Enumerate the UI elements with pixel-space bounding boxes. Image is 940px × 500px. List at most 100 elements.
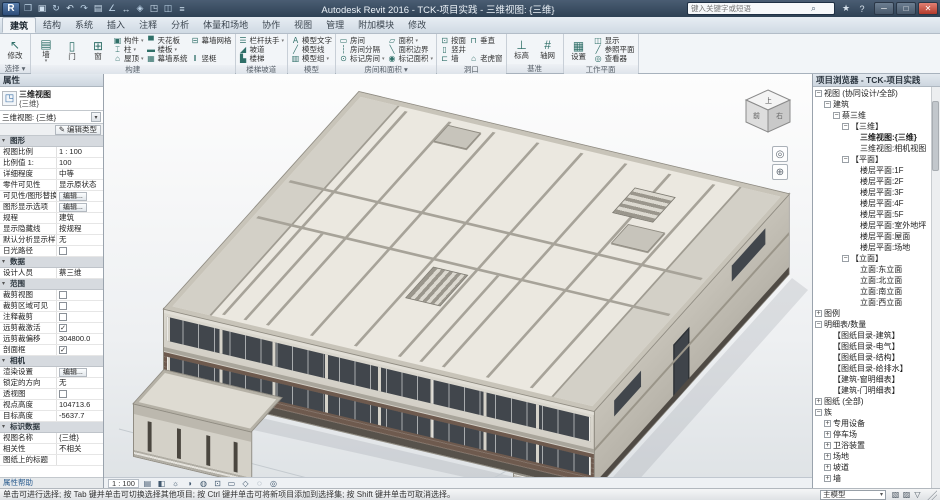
chevron-down-icon[interactable]: ▾: [416, 38, 419, 44]
view-scale-button[interactable]: 1 : 100: [108, 479, 139, 488]
button-门[interactable]: ▯门: [60, 35, 84, 64]
crop-view-button[interactable]: ⊡: [212, 479, 223, 488]
browser-item[interactable]: 楼层平面:3F: [813, 187, 940, 198]
browser-item[interactable]: −【平面】: [813, 154, 940, 165]
edit-button[interactable]: 编辑...: [59, 203, 87, 212]
aligned-dimension-button[interactable]: ↔: [119, 2, 133, 16]
show-crop-button[interactable]: ▭: [226, 479, 237, 488]
ribbon-tab-附加模块[interactable]: 附加模块: [351, 17, 401, 33]
checkbox-unchecked[interactable]: [59, 390, 67, 398]
reveal-hidden-button[interactable]: ◎: [268, 479, 279, 488]
chevron-down-icon[interactable]: ▾: [141, 56, 144, 62]
search-input[interactable]: [691, 4, 809, 13]
property-value[interactable]: ✓: [57, 345, 103, 355]
collapse-icon[interactable]: −: [842, 156, 849, 163]
browser-item[interactable]: +场地: [813, 451, 940, 462]
viewcube[interactable]: 上 前 右: [740, 84, 796, 140]
browser-item[interactable]: +停车场: [813, 429, 940, 440]
browser-item[interactable]: −建筑: [813, 99, 940, 110]
panel-label-房间和面积[interactable]: 房间和面积 ▾: [336, 65, 436, 74]
property-value[interactable]: 建筑: [57, 213, 103, 223]
browser-item[interactable]: −蔡三维: [813, 110, 940, 121]
viewcube-right-label[interactable]: 右: [776, 111, 783, 120]
button-垂直[interactable]: ⊓垂直: [469, 36, 503, 45]
open-button[interactable]: ❒: [21, 2, 35, 16]
ribbon-tab-管理[interactable]: 管理: [319, 17, 351, 33]
property-value[interactable]: ✓: [57, 323, 103, 333]
checkbox-unchecked[interactable]: [59, 247, 67, 255]
browser-item[interactable]: −族: [813, 407, 940, 418]
collapse-icon[interactable]: −: [842, 255, 849, 262]
checkbox-unchecked[interactable]: [59, 313, 67, 321]
property-value[interactable]: 1 : 100: [57, 147, 103, 157]
drawing-area[interactable]: 上 前 右 ◎ ⊕: [104, 74, 812, 477]
ribbon-tab-分析[interactable]: 分析: [164, 17, 196, 33]
ribbon-tab-插入[interactable]: 插入: [100, 17, 132, 33]
button-标高[interactable]: ⊥标高: [510, 35, 534, 63]
collapse-icon[interactable]: −: [815, 321, 822, 328]
browser-item[interactable]: 三维视图:{三维}: [813, 132, 940, 143]
infocenter-search[interactable]: ⌕: [687, 2, 835, 15]
shadows-button[interactable]: ◑: [184, 479, 195, 488]
chevron-down-icon[interactable]: ▾: [382, 56, 385, 62]
panel-label-选择[interactable]: 选择 ▾: [0, 64, 30, 73]
button-标记房间[interactable]: ⊙标记房间▾: [339, 54, 385, 63]
ribbon-tab-修改[interactable]: 修改: [401, 17, 433, 33]
browser-item[interactable]: +坡道: [813, 462, 940, 473]
sun-path-button[interactable]: ☼: [170, 479, 181, 488]
panel-label-构建[interactable]: 构建: [31, 65, 235, 74]
button-修改[interactable]: ↖修改: [3, 35, 27, 63]
browser-item[interactable]: 楼层平面:2F: [813, 176, 940, 187]
property-value[interactable]: [57, 312, 103, 322]
viewcube-front-label[interactable]: 前: [753, 111, 760, 120]
chevron-down-icon[interactable]: ▾: [282, 38, 285, 44]
property-group-标识数据[interactable]: 标识数据: [0, 422, 103, 433]
chevron-down-icon[interactable]: ▾: [45, 59, 48, 63]
properties-help-link[interactable]: 属性帮助: [0, 477, 103, 488]
chevron-down-icon[interactable]: ▾: [134, 47, 137, 53]
undo-button[interactable]: ↶: [63, 2, 77, 16]
button-标记面积[interactable]: ◉标记面积▾: [388, 54, 434, 63]
section-button[interactable]: ◫: [161, 2, 175, 16]
button-查看器[interactable]: ◎查看器: [594, 54, 635, 63]
application-menu-button[interactable]: R: [2, 2, 20, 16]
property-value[interactable]: [57, 301, 103, 311]
browser-item[interactable]: −【立面】: [813, 253, 940, 264]
browser-item[interactable]: −【三维】: [813, 121, 940, 132]
expand-icon[interactable]: +: [824, 453, 831, 460]
ribbon-tab-体量和场地[interactable]: 体量和场地: [196, 17, 255, 33]
measure-button[interactable]: ∠: [105, 2, 119, 16]
browser-item[interactable]: 【建筑-窗明细表】: [813, 374, 940, 385]
button-设置[interactable]: ▦设置: [567, 35, 591, 64]
ribbon-tab-结构[interactable]: 结构: [36, 17, 68, 33]
chevron-down-icon[interactable]: ▾: [175, 47, 178, 53]
expand-icon[interactable]: +: [815, 310, 822, 317]
panel-label-模型[interactable]: 模型: [288, 65, 335, 74]
browser-item[interactable]: 立面:南立面: [813, 286, 940, 297]
browser-item[interactable]: 楼层平面:屋面: [813, 231, 940, 242]
zoom-icon[interactable]: ⊕: [772, 164, 788, 180]
property-value[interactable]: 按规程: [57, 224, 103, 234]
thin-lines-button[interactable]: ≡: [175, 2, 189, 16]
property-value[interactable]: {三维}: [57, 433, 103, 443]
ribbon-tab-视图[interactable]: 视图: [287, 17, 319, 33]
button-墙[interactable]: ⊏墙: [440, 54, 466, 63]
ribbon-tab-系统[interactable]: 系统: [68, 17, 100, 33]
tag-button[interactable]: ◈: [133, 2, 147, 16]
select-pins-button[interactable]: ▨: [901, 490, 912, 500]
chevron-down-icon[interactable]: ▾: [431, 56, 434, 62]
property-value[interactable]: 无: [57, 235, 103, 245]
panel-label-洞口[interactable]: 洞口: [437, 65, 506, 74]
button-幕墙系统[interactable]: ▦幕墙系统: [147, 54, 188, 63]
browser-item[interactable]: +墙: [813, 473, 940, 484]
property-value[interactable]: 无: [57, 378, 103, 388]
property-value[interactable]: 编辑...: [57, 202, 103, 212]
browser-item[interactable]: 楼层平面:4F: [813, 198, 940, 209]
scrollbar-thumb[interactable]: [932, 101, 939, 171]
button-老虎窗[interactable]: ⌂老虎窗: [469, 54, 503, 63]
edit-button[interactable]: 编辑...: [59, 368, 87, 377]
viewcube-top-label[interactable]: 上: [765, 96, 772, 105]
steering-wheel-icon[interactable]: ◎: [772, 146, 788, 162]
collapse-icon[interactable]: −: [815, 409, 822, 416]
button-竖梃[interactable]: ‖竖梃: [191, 54, 232, 63]
